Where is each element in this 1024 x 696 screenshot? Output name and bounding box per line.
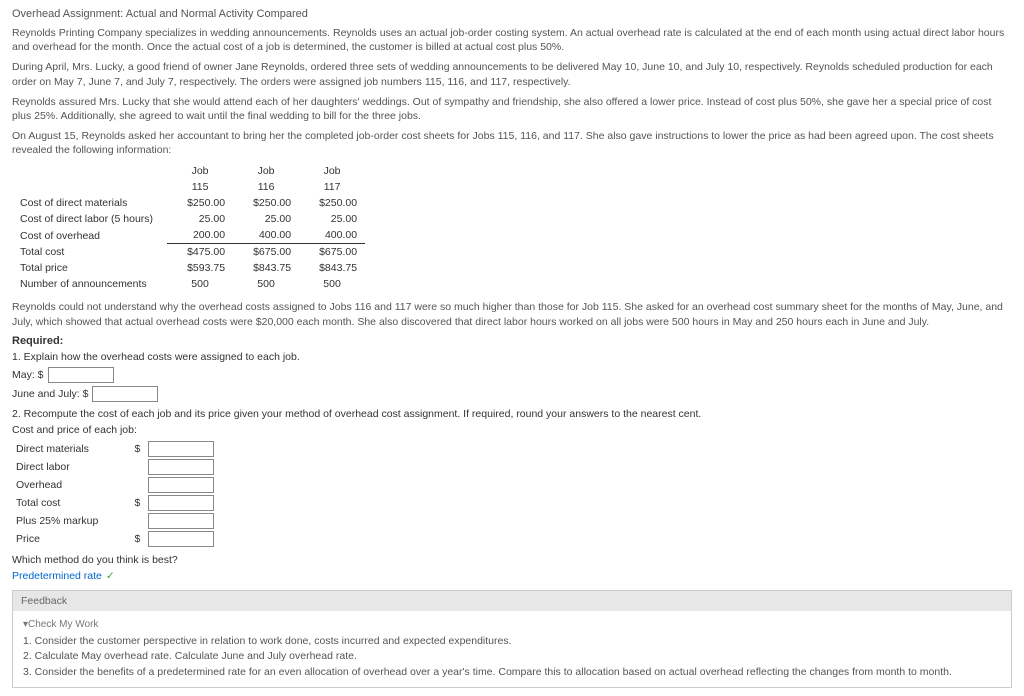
page-title: Overhead Assignment: Actual and Normal A… bbox=[12, 8, 1012, 20]
question-3: Which method do you think is best? bbox=[12, 554, 1012, 566]
row-label: Price bbox=[12, 530, 128, 548]
row-label: Total price bbox=[12, 260, 167, 276]
col-hdr: 116 bbox=[233, 179, 299, 195]
cell: 200.00 bbox=[167, 227, 233, 244]
total-cost-input[interactable] bbox=[148, 495, 214, 511]
june-july-input[interactable] bbox=[92, 386, 158, 402]
may-input[interactable] bbox=[48, 367, 114, 383]
cell: $250.00 bbox=[167, 195, 233, 211]
cell: 25.00 bbox=[167, 211, 233, 227]
paragraph-1: Reynolds Printing Company specializes in… bbox=[12, 26, 1012, 54]
dollar-sign: $ bbox=[128, 494, 144, 512]
cell: 25.00 bbox=[299, 211, 365, 227]
recompute-table: Direct materials $ Direct labor Overhead… bbox=[12, 440, 218, 548]
col-hdr: Job bbox=[233, 163, 299, 179]
direct-labor-input[interactable] bbox=[148, 459, 214, 475]
check-my-work-toggle[interactable]: ▾Check My Work bbox=[23, 617, 1001, 632]
cell: $475.00 bbox=[167, 244, 233, 261]
june-july-label: June and July: $ bbox=[12, 388, 88, 400]
cell: $250.00 bbox=[233, 195, 299, 211]
cell: $250.00 bbox=[299, 195, 365, 211]
cell: $593.75 bbox=[167, 260, 233, 276]
feedback-line: 1. Consider the customer perspective in … bbox=[23, 634, 1001, 650]
row-label: Cost of overhead bbox=[12, 227, 167, 244]
cell: 400.00 bbox=[299, 227, 365, 244]
paragraph-3: Reynolds assured Mrs. Lucky that she wou… bbox=[12, 95, 1012, 123]
cell: 400.00 bbox=[233, 227, 299, 244]
feedback-line: 3. Consider the benefits of a predetermi… bbox=[23, 665, 1001, 681]
cost-table: Job Job Job 115 116 117 Cost of direct m… bbox=[12, 163, 365, 292]
row-label: Overhead bbox=[12, 476, 128, 494]
col-hdr: Job bbox=[167, 163, 233, 179]
row-label: Direct materials bbox=[12, 440, 128, 458]
overhead-input[interactable] bbox=[148, 477, 214, 493]
predetermined-rate-answer[interactable]: Predetermined rate bbox=[12, 570, 102, 582]
cell: $675.00 bbox=[299, 244, 365, 261]
cell: 500 bbox=[299, 276, 365, 292]
col-hdr: 117 bbox=[299, 179, 365, 195]
cell: 500 bbox=[233, 276, 299, 292]
row-label: Plus 25% markup bbox=[12, 512, 128, 530]
cell: $843.75 bbox=[233, 260, 299, 276]
row-label: Cost of direct labor (5 hours) bbox=[12, 211, 167, 227]
cell: $675.00 bbox=[233, 244, 299, 261]
col-hdr: Job bbox=[299, 163, 365, 179]
question-1: 1. Explain how the overhead costs were a… bbox=[12, 351, 1012, 363]
paragraph-4: On August 15, Reynolds asked her account… bbox=[12, 129, 1012, 157]
col-hdr: 115 bbox=[167, 179, 233, 195]
cell: $843.75 bbox=[299, 260, 365, 276]
markup-input[interactable] bbox=[148, 513, 214, 529]
check-icon: ✓ bbox=[106, 570, 115, 582]
row-label: Cost of direct materials bbox=[12, 195, 167, 211]
feedback-header: Feedback bbox=[13, 591, 1011, 611]
row-label: Total cost bbox=[12, 494, 128, 512]
feedback-line: 2. Calculate May overhead rate. Calculat… bbox=[23, 649, 1001, 665]
paragraph-5: Reynolds could not understand why the ov… bbox=[12, 300, 1012, 328]
row-label: Number of announcements bbox=[12, 276, 167, 292]
may-label: May: $ bbox=[12, 369, 44, 381]
question-2: 2. Recompute the cost of each job and it… bbox=[12, 408, 1012, 420]
cell: 25.00 bbox=[233, 211, 299, 227]
paragraph-2: During April, Mrs. Lucky, a good friend … bbox=[12, 60, 1012, 88]
row-label: Total cost bbox=[12, 244, 167, 261]
price-input[interactable] bbox=[148, 531, 214, 547]
required-heading: Required: bbox=[12, 335, 1012, 347]
dollar-sign: $ bbox=[128, 530, 144, 548]
dollar-sign: $ bbox=[128, 440, 144, 458]
recomp-heading: Cost and price of each job: bbox=[12, 424, 1012, 436]
row-label: Direct labor bbox=[12, 458, 128, 476]
direct-materials-input[interactable] bbox=[148, 441, 214, 457]
cell: 500 bbox=[167, 276, 233, 292]
feedback-panel: Feedback ▾Check My Work 1. Consider the … bbox=[12, 590, 1012, 688]
